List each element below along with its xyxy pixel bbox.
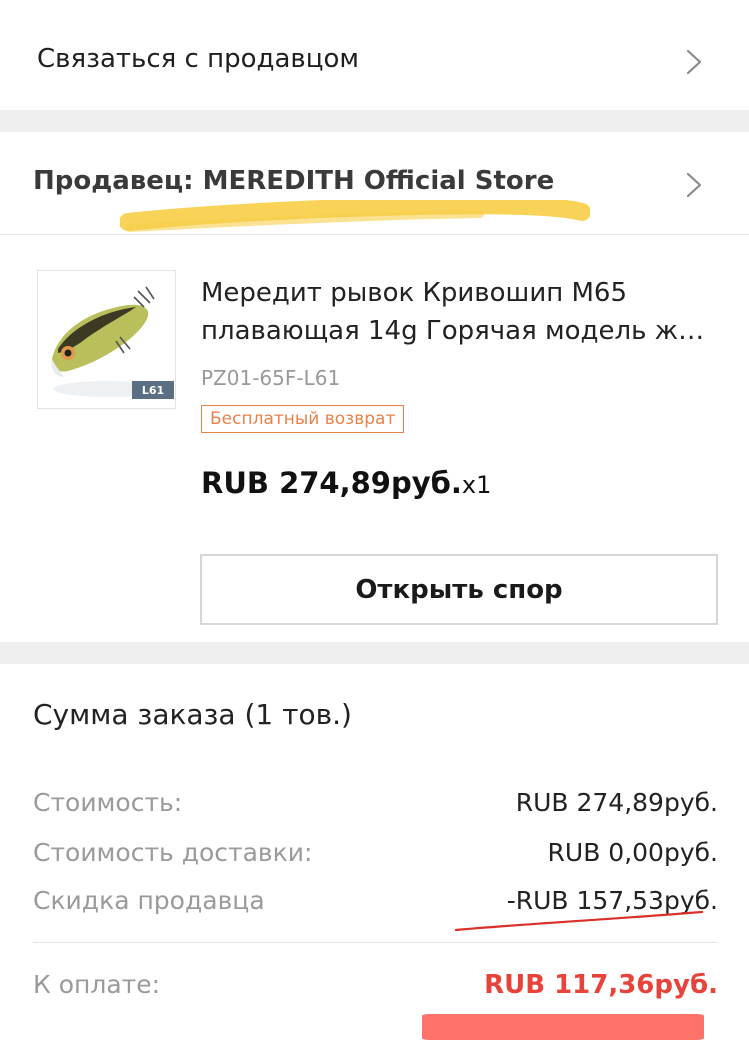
seller-name: Продавец: MEREDITH Official Store <box>33 166 555 196</box>
product-title-line-1: Мередит рывок Кривошип M65 <box>201 278 628 308</box>
divider <box>0 234 749 235</box>
thumb-tag: L61 <box>142 384 164 397</box>
summary-value: RUB 0,00руб. <box>547 838 718 867</box>
product-sku: PZ01-65F-L61 <box>201 366 341 390</box>
summary-row-total: К оплате: RUB 117,36руб. <box>33 970 718 1004</box>
red-pen-underline <box>452 908 706 934</box>
price-value: RUB 274,89руб. <box>201 466 462 500</box>
yellow-marker-highlight <box>120 200 590 234</box>
summary-value: RUB 274,89руб. <box>515 788 718 817</box>
product-price: RUB 274,89руб.x1 <box>201 466 491 500</box>
order-summary-title: Сумма заказа (1 тов.) <box>33 698 352 731</box>
product-title[interactable]: Мередит рывок Кривошип M65 плавающая 14g… <box>201 274 716 350</box>
divider <box>33 942 718 943</box>
quantity: x1 <box>461 471 492 499</box>
product-thumbnail[interactable]: L61 <box>37 270 176 409</box>
summary-label: Стоимость доставки: <box>33 838 313 867</box>
free-return-badge: Бесплатный возврат <box>201 405 405 433</box>
summary-label: Скидка продавца <box>33 886 265 915</box>
summary-row-cost: Стоимость: RUB 274,89руб. <box>33 788 718 822</box>
section-separator <box>0 642 749 664</box>
contact-seller-label: Связаться с продавцом <box>37 44 359 74</box>
open-dispute-button[interactable]: Открыть спор <box>200 554 718 625</box>
contact-seller-row[interactable]: Связаться с продавцом <box>0 0 749 110</box>
summary-label: Стоимость: <box>33 788 183 817</box>
red-marker-highlight <box>422 1010 704 1044</box>
chevron-right-icon <box>685 170 703 200</box>
product-title-line-2: плавающая 14g Горячая модель же... <box>201 316 716 346</box>
summary-row-shipping: Стоимость доставки: RUB 0,00руб. <box>33 838 718 872</box>
chevron-right-icon <box>685 47 703 77</box>
total-label: К оплате: <box>33 970 161 999</box>
total-value: RUB 117,36руб. <box>484 970 718 1000</box>
section-separator <box>0 110 749 132</box>
